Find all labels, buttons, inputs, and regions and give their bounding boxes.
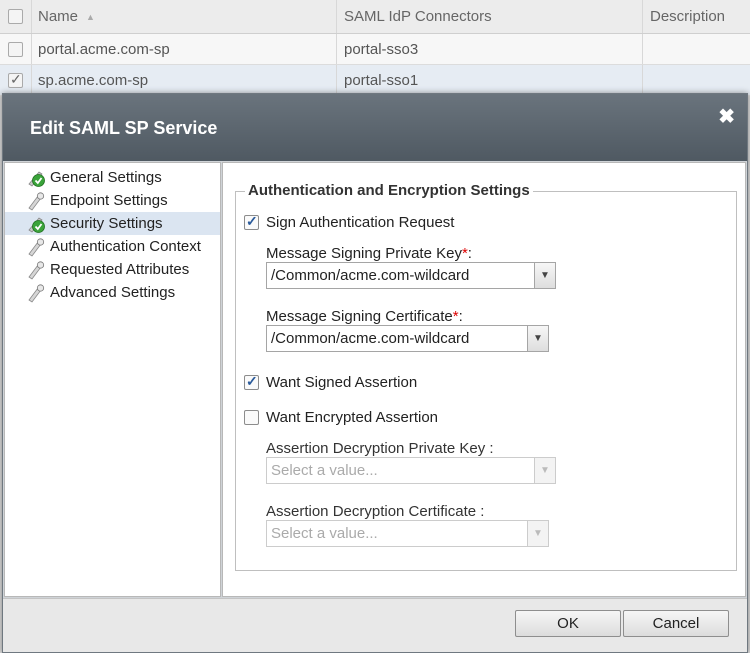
nav-item-security-settings[interactable]: Security Settings: [5, 212, 220, 235]
nav-item-label: Authentication Context: [50, 238, 201, 255]
label-suffix: :: [458, 308, 463, 325]
want-signed-assertion-row[interactable]: Want Signed Assertion: [244, 373, 418, 391]
msg-signing-key-label-text: Message Signing Private Key: [266, 245, 462, 262]
row-checkbox[interactable]: [8, 41, 23, 57]
nav-item-general-settings[interactable]: General Settings: [5, 166, 220, 189]
section-title: Authentication and Encryption Settings: [245, 182, 533, 199]
label-suffix: :: [476, 503, 485, 520]
close-icon[interactable]: ✖: [718, 104, 735, 129]
row-description: [643, 65, 750, 95]
column-header-name-label: Name: [38, 8, 79, 25]
msg-signing-cert-select[interactable]: /Common/acme.com-wildcard ▼: [266, 325, 549, 352]
wrench-icon: [26, 191, 46, 211]
chevron-down-icon[interactable]: ▼: [534, 263, 555, 288]
nav-item-authentication-context[interactable]: Authentication Context: [5, 235, 220, 258]
assertion-decrypt-key-select: Select a value... ▼: [266, 457, 556, 484]
sign-auth-request-row[interactable]: Sign Authentication Request: [244, 213, 455, 231]
dialog-footer: OK Cancel: [3, 598, 747, 652]
label-suffix: :: [485, 440, 494, 457]
chevron-down-icon[interactable]: ▼: [527, 326, 548, 351]
assertion-decrypt-cert-label: Assertion Decryption Certificate :: [266, 503, 484, 520]
want-signed-assertion-checkbox[interactable]: [244, 373, 259, 390]
settings-nav: General Settings Endpoint Settings Secur…: [4, 162, 221, 597]
row-name[interactable]: sp.acme.com-sp: [32, 65, 337, 95]
row-idp-text: portal-sso3: [344, 40, 419, 58]
ok-button[interactable]: OK: [515, 610, 621, 637]
row-name[interactable]: portal.acme.com-sp: [32, 34, 337, 64]
check-badge-icon: [26, 168, 46, 188]
msg-signing-cert-label-text: Message Signing Certificate: [266, 308, 453, 325]
column-header-name[interactable]: Name ▲: [32, 0, 337, 33]
cancel-button[interactable]: Cancel: [623, 610, 729, 637]
column-header-idp-label: SAML IdP Connectors: [344, 8, 492, 25]
row-description: [643, 34, 750, 64]
row-name-text: sp.acme.com-sp: [38, 71, 149, 89]
select-all-checkbox[interactable]: [8, 9, 23, 24]
auth-encryption-fieldset: Authentication and Encryption Settings S…: [235, 182, 737, 571]
assertion-decrypt-cert-placeholder: Select a value...: [271, 525, 378, 542]
want-encrypted-assertion-checkbox[interactable]: [244, 410, 259, 425]
dialog-header: Edit SAML SP Service ✖: [3, 94, 747, 161]
chevron-down-icon: ▼: [527, 521, 548, 546]
table-header: Name ▲ SAML IdP Connectors Description: [0, 0, 750, 34]
msg-signing-cert-label: Message Signing Certificate*:: [266, 308, 463, 325]
sign-auth-request-checkbox[interactable]: [244, 213, 259, 230]
label-suffix: :: [467, 245, 472, 262]
nav-item-label: Requested Attributes: [50, 261, 190, 278]
security-settings-pane: Authentication and Encryption Settings S…: [222, 162, 746, 597]
select-all-cell[interactable]: [0, 0, 32, 33]
table-row[interactable]: sp.acme.com-sp portal-sso1: [0, 65, 750, 96]
column-header-description[interactable]: Description: [643, 0, 750, 33]
assertion-decrypt-cert-label-text: Assertion Decryption Certificate: [266, 503, 477, 520]
dialog-title: Edit SAML SP Service: [30, 118, 218, 138]
assertion-decrypt-key-label: Assertion Decryption Private Key :: [266, 440, 494, 457]
want-encrypted-assertion-row[interactable]: Want Encrypted Assertion: [244, 409, 438, 426]
want-signed-assertion-label: Want Signed Assertion: [266, 374, 418, 391]
nav-item-advanced-settings[interactable]: Advanced Settings: [5, 281, 220, 304]
msg-signing-key-value: /Common/acme.com-wildcard: [271, 267, 470, 284]
msg-signing-key-select[interactable]: /Common/acme.com-wildcard ▼: [266, 262, 556, 289]
assertion-decrypt-key-label-text: Assertion Decryption Private Key: [266, 440, 486, 457]
services-table: Name ▲ SAML IdP Connectors Description po…: [0, 0, 750, 96]
column-header-idp[interactable]: SAML IdP Connectors: [337, 0, 643, 33]
nav-item-endpoint-settings[interactable]: Endpoint Settings: [5, 189, 220, 212]
check-badge-icon: [26, 214, 46, 234]
row-checkbox-cell[interactable]: [0, 65, 32, 95]
nav-item-requested-attributes[interactable]: Requested Attributes: [5, 258, 220, 281]
want-encrypted-assertion-label: Want Encrypted Assertion: [266, 409, 439, 426]
nav-item-label: Advanced Settings: [50, 284, 176, 301]
wrench-icon: [26, 237, 46, 257]
row-idp: portal-sso1: [337, 65, 643, 95]
row-checkbox-cell[interactable]: [0, 34, 32, 64]
edit-saml-sp-dialog: Edit SAML SP Service ✖ General Settings …: [2, 93, 748, 653]
table-row[interactable]: portal.acme.com-sp portal-sso3: [0, 34, 750, 65]
row-idp-text: portal-sso1: [344, 71, 419, 89]
nav-item-label: Endpoint Settings: [50, 192, 168, 209]
wrench-icon: [26, 283, 46, 303]
row-name-text: portal.acme.com-sp: [38, 40, 170, 58]
assertion-decrypt-key-placeholder: Select a value...: [271, 462, 378, 479]
msg-signing-key-label: Message Signing Private Key*:: [266, 245, 472, 262]
column-header-description-label: Description: [650, 8, 726, 25]
chevron-down-icon: ▼: [534, 458, 555, 483]
row-idp: portal-sso3: [337, 34, 643, 64]
sign-auth-request-label: Sign Authentication Request: [266, 214, 455, 231]
nav-item-label: General Settings: [50, 169, 162, 186]
nav-item-label: Security Settings: [50, 215, 163, 232]
wrench-icon: [26, 260, 46, 280]
assertion-decrypt-cert-select: Select a value... ▼: [266, 520, 549, 547]
dialog-body: General Settings Endpoint Settings Secur…: [3, 161, 747, 598]
msg-signing-cert-value: /Common/acme.com-wildcard: [271, 330, 470, 347]
sort-ascending-icon: ▲: [86, 11, 95, 22]
row-checkbox[interactable]: [8, 71, 23, 88]
